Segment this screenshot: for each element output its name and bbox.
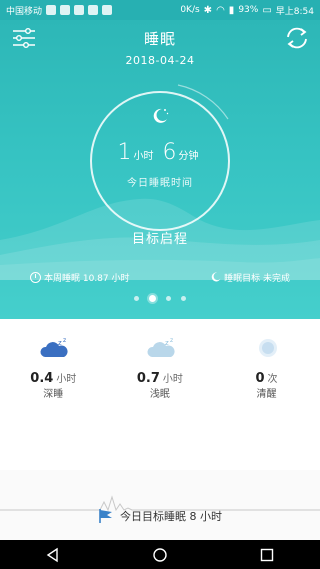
sleep-hero: 睡眠 2018-04-24 1 小时 6 分钟 今日睡眠时间 目标启程 本周睡眠… [0, 20, 320, 319]
awake-icon [259, 339, 278, 357]
light-sleep-unit: 小时 [162, 374, 183, 385]
app-icon [60, 5, 71, 15]
stat-light-sleep[interactable]: z z 0.7 小时 浅眠 [107, 319, 214, 469]
deep-sleep-value-row: 0.4 小时 [0, 367, 107, 386]
page-dot-active[interactable] [149, 295, 156, 302]
sleep-date: 2018-04-24 [125, 54, 195, 67]
hours-unit: 小时 [133, 151, 154, 162]
network-speed: 0K/s [180, 5, 200, 15]
target-row: 今日目标睡眠 8 小时 [0, 508, 320, 524]
sleep-timeline-area: 今日目标睡眠 8 小时 [0, 470, 320, 540]
light-sleep-value-row: 0.7 小时 [107, 367, 214, 386]
svg-text:z: z [170, 337, 173, 344]
battery-percent: 93% [238, 5, 259, 15]
home-icon[interactable] [152, 547, 168, 563]
deep-sleep-unit: 小时 [56, 374, 77, 385]
recents-icon[interactable] [259, 547, 275, 563]
wifi-icon: ◠ [216, 4, 225, 16]
page-dot[interactable] [134, 296, 139, 301]
page-title: 睡眠 [143, 29, 176, 48]
app-icon [88, 5, 99, 15]
stat-deep-sleep[interactable]: z z 0.4 小时 深睡 [0, 319, 107, 469]
wave-decoration [0, 198, 320, 280]
svg-text:z: z [63, 337, 66, 344]
awake-unit: 次 [267, 374, 278, 385]
flag-icon [99, 509, 112, 523]
deep-sleep-label: 深睡 [43, 389, 64, 400]
deep-sleep-value: 0.4 [30, 371, 54, 386]
signal-icon: ▮ [228, 4, 235, 16]
awake-value-row: 0次 [213, 367, 320, 386]
page-dot[interactable] [166, 296, 171, 301]
sync-icon[interactable] [284, 26, 310, 50]
week-sleep-item: 本周睡眠 10.87 小时 [30, 271, 130, 284]
sleep-duration: 1 小时 6 分钟 [0, 140, 320, 165]
moon-icon [211, 272, 221, 282]
app-icon [46, 5, 57, 15]
deep-sleep-icon: z z [40, 337, 68, 357]
page-indicator [0, 295, 320, 302]
stat-awake[interactable]: 0次 清醒 [213, 319, 320, 469]
light-sleep-label: 浅眠 [149, 389, 170, 400]
app-icon [74, 5, 85, 15]
hours-value: 1 [117, 140, 132, 165]
minutes-value: 6 [162, 140, 177, 165]
goal-status-text: 睡眠目标 未完成 [224, 273, 290, 284]
minutes-unit: 分钟 [178, 151, 199, 162]
moon-stars-icon [153, 108, 169, 123]
top-bar: 睡眠 [0, 20, 320, 56]
back-icon[interactable] [45, 547, 61, 563]
page-dot[interactable] [181, 296, 186, 301]
light-sleep-icon: z z [147, 337, 175, 357]
goal-status-item: 睡眠目标 未完成 [211, 271, 290, 284]
awake-value: 0 [255, 371, 265, 386]
goal-start-label[interactable]: 目标启程 [0, 228, 320, 247]
system-nav-bar [0, 540, 320, 569]
status-bar: 中国移动 0K/s ✱ ◠ ▮ 93% ▭ 早上8:54 [0, 0, 320, 20]
clock-time: 早上8:54 [275, 6, 314, 17]
target-text: 今日目标睡眠 8 小时 [120, 510, 222, 523]
battery-icon: ▭ [262, 4, 272, 16]
carrier-label: 中国移动 [6, 6, 43, 17]
light-sleep-value: 0.7 [136, 371, 160, 386]
week-summary-row: 本周睡眠 10.87 小时 睡眠目标 未完成 [0, 268, 320, 286]
svg-text:z: z [165, 339, 169, 347]
week-sleep-text: 本周睡眠 10.87 小时 [44, 273, 130, 284]
settings-sliders-icon[interactable] [12, 28, 36, 48]
svg-text:z: z [58, 339, 62, 347]
sleep-stats: z z 0.4 小时 深睡 z z 0.7 小时 浅眠 0次 清醒 [0, 319, 320, 469]
app-icon [102, 5, 113, 15]
bluetooth-icon: ✱ [203, 4, 213, 16]
clock-icon [30, 271, 41, 283]
awake-label: 清醒 [256, 389, 277, 400]
